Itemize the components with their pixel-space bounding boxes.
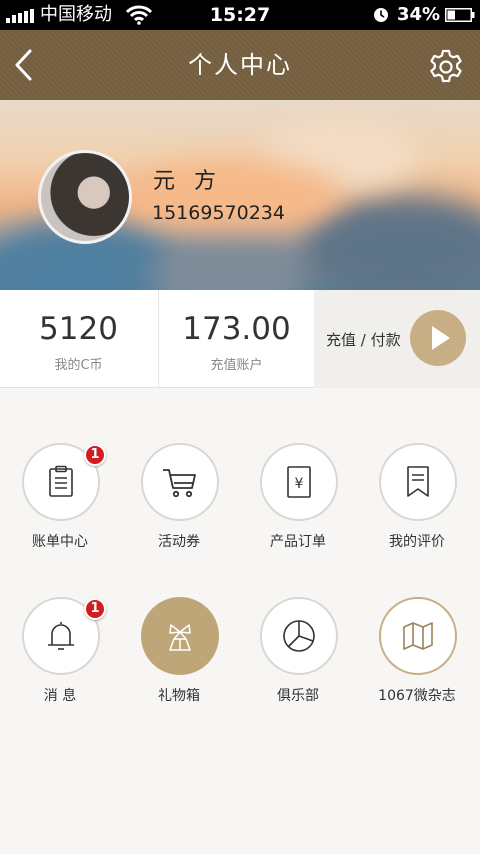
recharge-account[interactable]: 173.00 充值账户	[158, 290, 314, 388]
cart-icon	[163, 469, 196, 498]
menu-label: 产品订单	[270, 534, 326, 550]
menu-label: 俱乐部	[277, 688, 319, 704]
user-phone: 15169570234	[152, 202, 285, 224]
menu-magazine[interactable]: 1067微杂志	[357, 597, 477, 727]
notification-badge: 1	[84, 444, 106, 466]
stats-row: 5120 我的C币 173.00 充值账户 充值 / 付款	[0, 290, 480, 388]
menu-label: 消 息	[43, 688, 77, 704]
menu-messages[interactable]: 1 消 息	[0, 597, 120, 727]
recharge-account-value: 173.00	[182, 311, 291, 347]
page-title: 个人中心	[188, 51, 292, 79]
menu-my-reviews[interactable]: 我的评价	[357, 443, 477, 573]
coin-balance[interactable]: 5120 我的C币	[0, 290, 157, 388]
map-icon	[403, 622, 433, 650]
app-screen: 中国移动 15:27 34% 个人中心 元 方 15169570234 5120…	[0, 0, 480, 854]
battery-icon	[445, 8, 475, 22]
clipboard-icon	[49, 465, 73, 497]
avatar[interactable]	[38, 150, 132, 244]
alarm-clock-icon	[374, 8, 388, 22]
bookmark-icon	[407, 466, 429, 497]
gift-icon	[169, 624, 191, 651]
menu-label: 我的评价	[389, 534, 445, 550]
menu-label: 礼物箱	[158, 688, 200, 704]
battery-percent: 34%	[397, 4, 441, 25]
svg-text:¥: ¥	[295, 476, 304, 492]
recharge-pay-button[interactable]: 充值 / 付款	[314, 290, 480, 388]
gear-icon[interactable]	[426, 47, 466, 87]
menu-club[interactable]: 俱乐部	[238, 597, 358, 727]
coin-balance-label: 我的C币	[54, 358, 103, 373]
coin-balance-value: 5120	[39, 311, 118, 347]
menu-gift-box[interactable]: 礼物箱	[119, 597, 239, 727]
menu-coupons[interactable]: 活动券	[119, 443, 239, 573]
play-icon[interactable]	[410, 310, 466, 366]
nav-bar: 个人中心	[0, 30, 480, 100]
pie-chart-icon	[283, 620, 315, 652]
menu-label: 活动券	[158, 534, 200, 550]
menu-label: 1067微杂志	[378, 688, 456, 704]
menu-product-orders[interactable]: ¥ 产品订单	[238, 443, 358, 573]
yen-order-icon: ¥	[287, 466, 311, 498]
menu-bill-center[interactable]: 1 账单中心	[0, 443, 120, 573]
recharge-pay-label: 充值 / 付款	[326, 331, 401, 349]
bell-icon	[48, 622, 74, 650]
status-bar: 中国移动 15:27 34%	[0, 0, 480, 30]
menu-label: 账单中心	[32, 534, 88, 550]
notification-badge: 1	[84, 598, 106, 620]
user-name: 元 方	[153, 169, 222, 194]
recharge-account-label: 充值账户	[210, 358, 263, 373]
